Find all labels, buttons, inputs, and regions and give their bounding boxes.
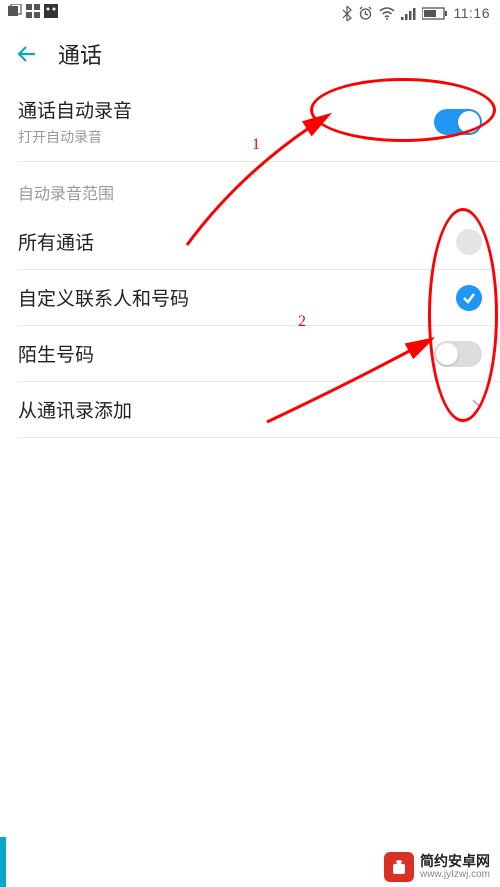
bluetooth-icon xyxy=(342,6,352,21)
title-bar: 通话 xyxy=(0,26,500,82)
all-calls-radio[interactable] xyxy=(456,229,482,255)
back-button[interactable] xyxy=(12,38,44,70)
auto-record-row[interactable]: 通话自动录音 打开自动录音 xyxy=(0,82,500,161)
all-calls-row[interactable]: 所有通话 xyxy=(0,214,500,269)
battery-icon xyxy=(422,7,448,20)
all-calls-label: 所有通话 xyxy=(18,228,94,255)
status-bar: 11:16 xyxy=(0,0,500,26)
unknown-numbers-row[interactable]: 陌生号码 xyxy=(0,326,500,381)
add-from-contacts-label: 从通讯录添加 xyxy=(18,396,132,423)
divider xyxy=(18,437,500,438)
wifi-icon xyxy=(379,7,395,20)
flag-icon xyxy=(44,4,58,18)
watermark-title: 简约安卓网 xyxy=(420,854,490,869)
custom-contacts-radio[interactable] xyxy=(456,285,482,311)
watermark-icon xyxy=(384,852,414,882)
auto-record-subtitle: 打开自动录音 xyxy=(18,127,132,147)
grid-icon xyxy=(26,4,40,18)
scope-section-header: 自动录音范围 xyxy=(0,162,500,214)
page-title: 通话 xyxy=(58,38,102,70)
signal-icon xyxy=(401,7,416,20)
watermark-url: www.jyIzwj.com xyxy=(420,869,490,880)
watermark: 简约安卓网 www.jyIzwj.com xyxy=(374,847,500,887)
side-accent xyxy=(0,837,6,887)
unknown-numbers-label: 陌生号码 xyxy=(18,340,94,367)
custom-contacts-label: 自定义联系人和号码 xyxy=(18,284,189,311)
auto-record-toggle[interactable] xyxy=(434,109,482,135)
auto-record-title: 通话自动录音 xyxy=(18,96,132,123)
status-time: 11:16 xyxy=(454,5,491,21)
add-from-contacts-row[interactable]: 从通讯录添加 xyxy=(0,382,500,437)
gallery-icon xyxy=(8,4,22,18)
unknown-numbers-toggle[interactable] xyxy=(434,341,482,367)
custom-contacts-row[interactable]: 自定义联系人和号码 xyxy=(0,270,500,325)
alarm-icon xyxy=(358,6,373,21)
chevron-right-icon xyxy=(470,398,482,421)
